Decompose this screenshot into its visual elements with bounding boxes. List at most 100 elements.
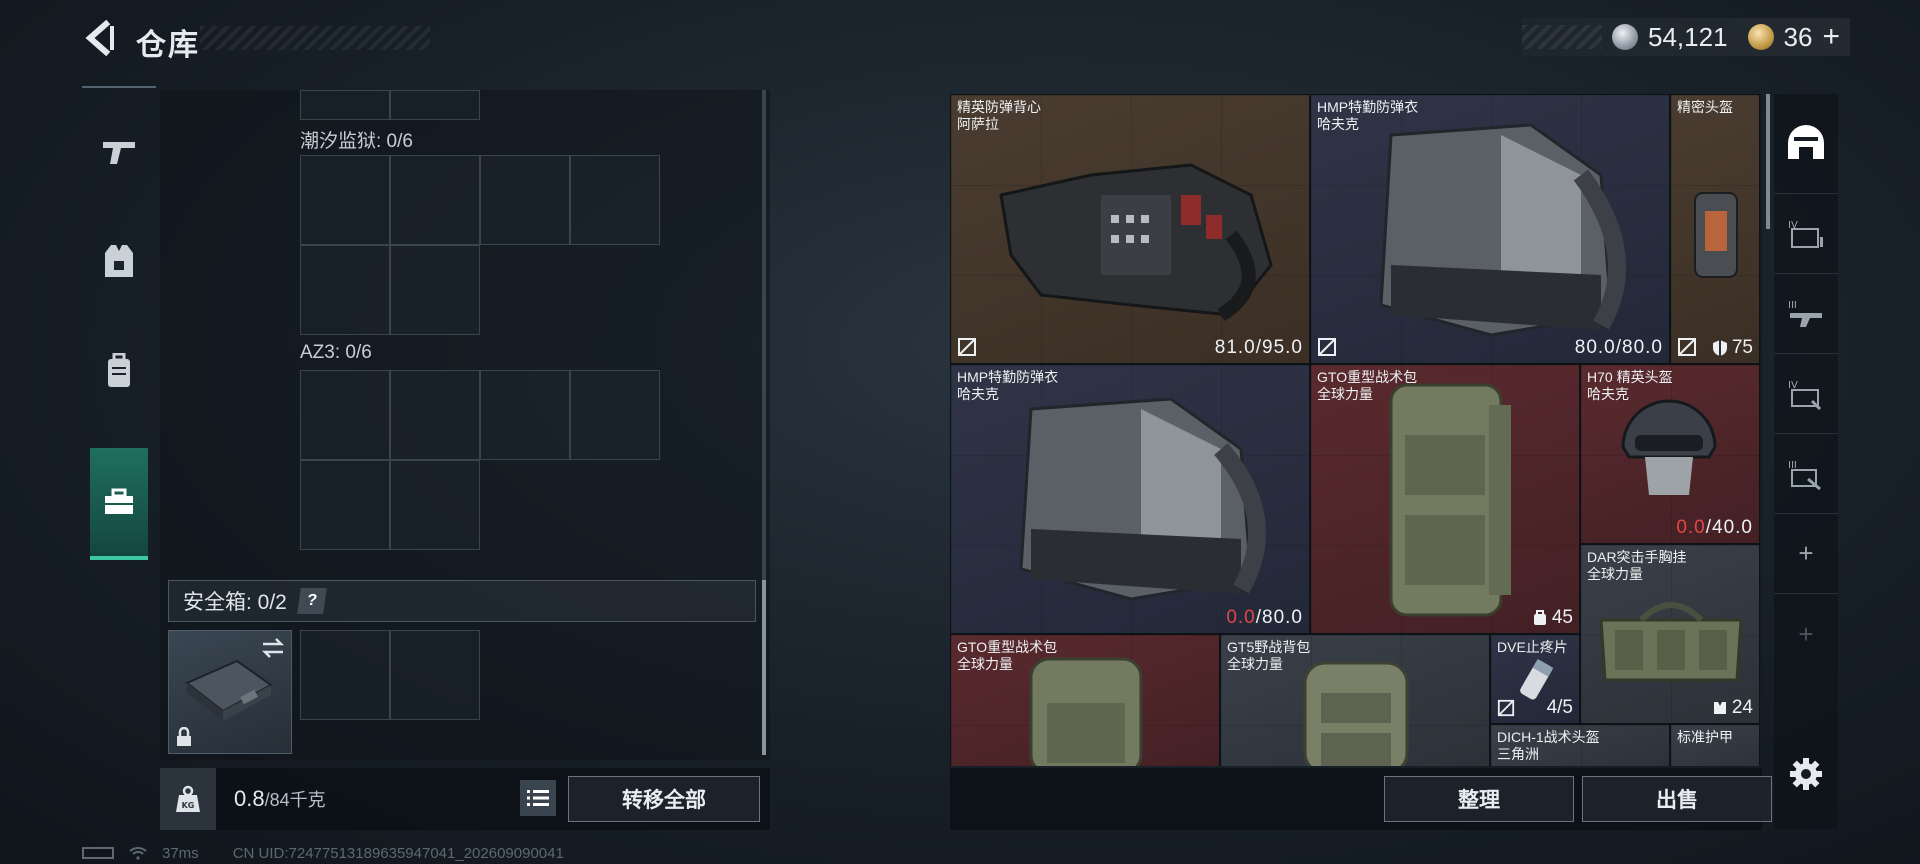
filter-iv-container[interactable]: IV xyxy=(1774,194,1838,274)
helmet-image xyxy=(1694,192,1738,278)
container-label-tidal-prison: 潮汐监狱: 0/6 xyxy=(300,131,413,152)
item-grid-scrollbar[interactable] xyxy=(1766,94,1770,229)
item-name: GT5野战背包 全球力量 xyxy=(1227,639,1311,672)
grid-cell[interactable] xyxy=(300,155,390,245)
storage-scrollbar[interactable] xyxy=(762,90,766,755)
item-durability: 80.0/80.0 xyxy=(1574,337,1663,358)
grid-cell[interactable] xyxy=(480,155,570,245)
item-armor-stat: 75 xyxy=(1712,337,1753,359)
vest-image xyxy=(999,163,1273,322)
list-icon xyxy=(527,790,549,806)
no-repair-icon xyxy=(1678,338,1696,356)
organize-button[interactable]: 整理 xyxy=(1384,776,1574,822)
grid-cell[interactable] xyxy=(390,370,480,460)
filter-helmet[interactable] xyxy=(1774,94,1838,194)
vest-image xyxy=(1379,123,1626,337)
top-bar: 仓库 54,121 36 + xyxy=(0,0,1920,80)
filter-iii-key[interactable]: III xyxy=(1774,434,1838,514)
scroll-thumb[interactable] xyxy=(762,580,766,755)
item-hmp-vest[interactable]: HMP特勤防弹衣 哈夫克 80.0/80.0 xyxy=(1310,94,1670,364)
item-name: 精密头盔 xyxy=(1677,99,1733,115)
silver-currency-value: 54,121 xyxy=(1648,21,1728,52)
back-icon[interactable] xyxy=(80,18,120,58)
weight-icon-box: KG xyxy=(160,768,216,830)
item-name: HMP特勤防弹衣 哈夫克 xyxy=(1317,99,1419,132)
toolbox-icon xyxy=(105,488,133,514)
grid-cell[interactable] xyxy=(390,90,480,120)
safe-slot[interactable] xyxy=(390,630,480,720)
item-dve-painkiller[interactable]: DVE止疼片 4/5 xyxy=(1490,634,1580,724)
grid-cell[interactable] xyxy=(390,245,480,335)
filter-iv-ammo[interactable]: IV xyxy=(1774,354,1838,434)
item-name: H70 精英头盔 哈夫克 xyxy=(1587,369,1673,402)
item-gto-pack[interactable]: GTO重型战术包 全球力量 45 xyxy=(1310,364,1580,634)
item-durability: 81.0/95.0 xyxy=(1214,337,1303,358)
swap-icon[interactable] xyxy=(261,637,285,659)
gear-icon xyxy=(1790,758,1822,790)
item-name: DICH-1战术头盔 三角洲 xyxy=(1497,729,1600,762)
currency-decoration xyxy=(1522,25,1603,49)
grid-cell[interactable] xyxy=(390,155,480,245)
svg-text:III: III xyxy=(1788,300,1797,311)
currency-bar: 54,121 36 + xyxy=(1522,18,1850,56)
storage-footer: KG 0.8/84千克 转移全部 xyxy=(160,768,770,830)
item-hmp-vest-broken[interactable]: HMP特勤防弹衣 哈夫克 0.0/80.0 xyxy=(950,364,1310,634)
lock-icon xyxy=(177,727,191,746)
svg-text:KG: KG xyxy=(182,801,195,810)
item-h70-helmet[interactable]: H70 精英头盔 哈夫克 0.0/40.0 xyxy=(1580,364,1760,544)
settings-button[interactable] xyxy=(1774,734,1838,814)
item-dich1-helmet[interactable]: DICH-1战术头盔 三角洲 xyxy=(1490,724,1670,766)
grid-cell[interactable] xyxy=(300,370,390,460)
list-view-button[interactable] xyxy=(520,780,556,816)
item-dar-chest-rig[interactable]: DAR突击手胸挂 全球力量 24 xyxy=(1580,544,1760,724)
helmet-filter-icon xyxy=(1788,124,1824,159)
battery-icon xyxy=(82,847,114,859)
iv-ammo-icon: IV xyxy=(1788,380,1822,410)
item-gto-pack-2[interactable]: GTO重型战术包 全球力量 xyxy=(950,634,1220,766)
item-precision-helmet[interactable]: 精密头盔 75 xyxy=(1670,94,1760,364)
rig-capacity-icon xyxy=(1713,702,1726,714)
add-currency-button[interactable]: + xyxy=(1822,20,1840,54)
grid-cell[interactable] xyxy=(390,460,480,550)
silver-coin-icon xyxy=(1612,24,1639,50)
vest-image xyxy=(1019,397,1266,601)
filter-iii-rifle[interactable]: III xyxy=(1774,274,1838,354)
sell-button[interactable]: 出售 xyxy=(1582,776,1772,822)
grid-cell[interactable] xyxy=(300,90,390,120)
grid-cell[interactable] xyxy=(480,370,570,460)
item-name: 标准护甲 xyxy=(1677,729,1733,745)
item-name: GTO重型战术包 全球力量 xyxy=(1317,369,1418,402)
safe-slot[interactable] xyxy=(300,630,390,720)
add-filter-button[interactable]: + xyxy=(1774,514,1838,594)
item-name: DVE止疼片 xyxy=(1497,639,1568,655)
status-bar: 37ms CN UID:7247751318963594704​1_202609… xyxy=(82,844,564,862)
chest-rig-image xyxy=(1599,602,1743,682)
help-button[interactable]: ? xyxy=(297,588,327,614)
safe-box-item[interactable] xyxy=(168,630,292,754)
grid-cell[interactable] xyxy=(570,370,660,460)
weight-icon: KG xyxy=(176,785,200,812)
rail-divider xyxy=(82,86,156,88)
storage-category[interactable] xyxy=(90,448,148,560)
armor-category[interactable] xyxy=(90,206,148,316)
add-filter-button-disabled: + xyxy=(1774,594,1838,674)
backpack-image xyxy=(1303,661,1409,766)
title-decoration xyxy=(200,26,430,50)
gold-coin-icon xyxy=(1747,24,1774,50)
weapon-category[interactable] xyxy=(90,96,148,206)
iii-rifle-icon: III xyxy=(1788,300,1822,327)
item-uses-stat: 4/5 xyxy=(1546,697,1573,718)
grid-cell[interactable] xyxy=(570,155,660,245)
item-name: 精英防弹背心 阿萨拉 xyxy=(957,99,1041,132)
grid-cell[interactable] xyxy=(300,460,390,550)
item-gt5-backpack[interactable]: GT5野战背包 全球力量 xyxy=(1220,634,1490,766)
item-elite-vest[interactable]: 精英防弹背心 阿萨拉 81.0/95.0 xyxy=(950,94,1310,364)
item-grid: 精英防弹背心 阿萨拉 81.0/95.0 HMP特勤防弹衣 哈夫克 80.0/80.… xyxy=(950,94,1762,766)
item-capacity-stat: 45 xyxy=(1532,607,1573,629)
item-standard-armor[interactable]: 标准护甲 xyxy=(1670,724,1760,766)
grid-cell[interactable] xyxy=(300,245,390,335)
helmet-image xyxy=(1621,399,1717,495)
wifi-icon xyxy=(129,847,147,860)
transfer-all-button[interactable]: 转移全部 xyxy=(568,776,760,822)
backpack-category[interactable] xyxy=(90,316,148,426)
